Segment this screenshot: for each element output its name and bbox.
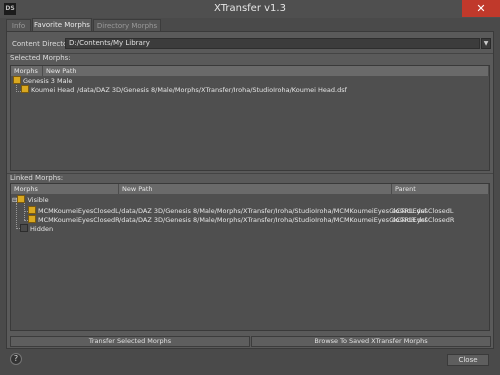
browse-saved-morphs-button[interactable]: Browse To Saved XTransfer Morphs: [251, 336, 491, 347]
column-header-morphs[interactable]: Morphs: [11, 66, 43, 76]
tab-directory-morphs[interactable]: Directory Morphs: [93, 19, 161, 31]
linked-morphs-label: Linked Morphs:: [10, 174, 64, 182]
morph-parent: eCTRLEyesClosedR: [392, 216, 455, 224]
column-header-morphs[interactable]: Morphs: [11, 184, 119, 194]
tab-bar: Info Favorite Morphs Directory Morphs: [6, 18, 494, 31]
tab-favorite-morphs[interactable]: Favorite Morphs: [32, 18, 92, 31]
group-name: Hidden: [30, 225, 54, 233]
column-header-parent[interactable]: Parent: [392, 184, 489, 194]
favorite-morphs-panel: Content Directory: D:/Contents/My Librar…: [6, 31, 494, 349]
morph-path: /data/DAZ 3D/Genesis 8/Male/Morphs/XTran…: [119, 207, 427, 215]
morph-path: /data/DAZ 3D/Genesis 8/Male/Morphs/XTran…: [119, 216, 428, 224]
xtransfer-window: DS XTransfer v1.3 ✕ Info Favorite Morphs…: [0, 0, 500, 375]
tree-row-koumei-head[interactable]: Koumei Head: [21, 85, 75, 95]
divider: [7, 53, 493, 54]
checkbox-checked-icon[interactable]: [17, 195, 26, 203]
checkbox-checked-icon[interactable]: [21, 85, 29, 93]
content-directory-select[interactable]: D:/Contents/My Library: [65, 38, 480, 49]
column-header-new-path[interactable]: New Path: [43, 66, 489, 76]
transfer-selected-morphs-button[interactable]: Transfer Selected Morphs: [10, 336, 250, 347]
dialog-footer: ? Close: [0, 349, 500, 375]
morph-name: MCMKoumeiEyesClosedR: [38, 216, 120, 224]
morph-parent: eCTRLEyesClosedL: [392, 207, 454, 215]
help-icon[interactable]: ?: [10, 353, 22, 365]
selected-morphs-table: Morphs New Path Genesis 3 Male Koumei He…: [10, 65, 490, 171]
checkbox-unchecked-icon[interactable]: [20, 224, 28, 232]
morph-name: MCMKoumeiEyesClosedL: [38, 207, 119, 215]
window-close-icon[interactable]: ✕: [462, 0, 500, 17]
column-header-new-path[interactable]: New Path: [119, 184, 392, 194]
selected-morphs-label: Selected Morphs:: [10, 54, 71, 62]
checkbox-checked-icon[interactable]: [13, 76, 21, 84]
tab-directory-morphs-label: Directory Morphs: [96, 22, 158, 30]
tree-row-visible[interactable]: ⊟ Visible: [12, 195, 49, 205]
divider: [7, 173, 493, 174]
close-button[interactable]: Close: [447, 354, 489, 366]
chevron-down-icon[interactable]: ▼: [481, 38, 491, 49]
tab-info-label: Info: [11, 22, 26, 30]
title-bar: DS XTransfer v1.3 ✕: [0, 0, 500, 18]
tree-connector: [16, 203, 17, 227]
morph-name: Genesis 3 Male: [23, 77, 73, 85]
tab-favorite-morphs-label: Favorite Morphs: [34, 21, 90, 29]
tab-info[interactable]: Info: [6, 19, 31, 31]
tree-row-eyes-closed-r[interactable]: MCMKoumeiEyesClosedR: [28, 215, 120, 225]
window-title: XTransfer v1.3: [214, 3, 286, 14]
morph-path: /data/DAZ 3D/Genesis 8/Male/Morphs/XTran…: [77, 86, 347, 94]
tree-row-eyes-closed-l[interactable]: MCMKoumeiEyesClosedL: [28, 206, 119, 216]
checkbox-checked-icon[interactable]: [28, 206, 36, 214]
group-name: Visible: [27, 196, 49, 204]
morph-name: Koumei Head: [31, 86, 75, 94]
tree-row-hidden[interactable]: Hidden: [20, 224, 54, 234]
linked-morphs-table: Morphs New Path Parent ⊟ Visible MCMKoume…: [10, 183, 490, 331]
checkbox-checked-icon[interactable]: [28, 215, 36, 223]
